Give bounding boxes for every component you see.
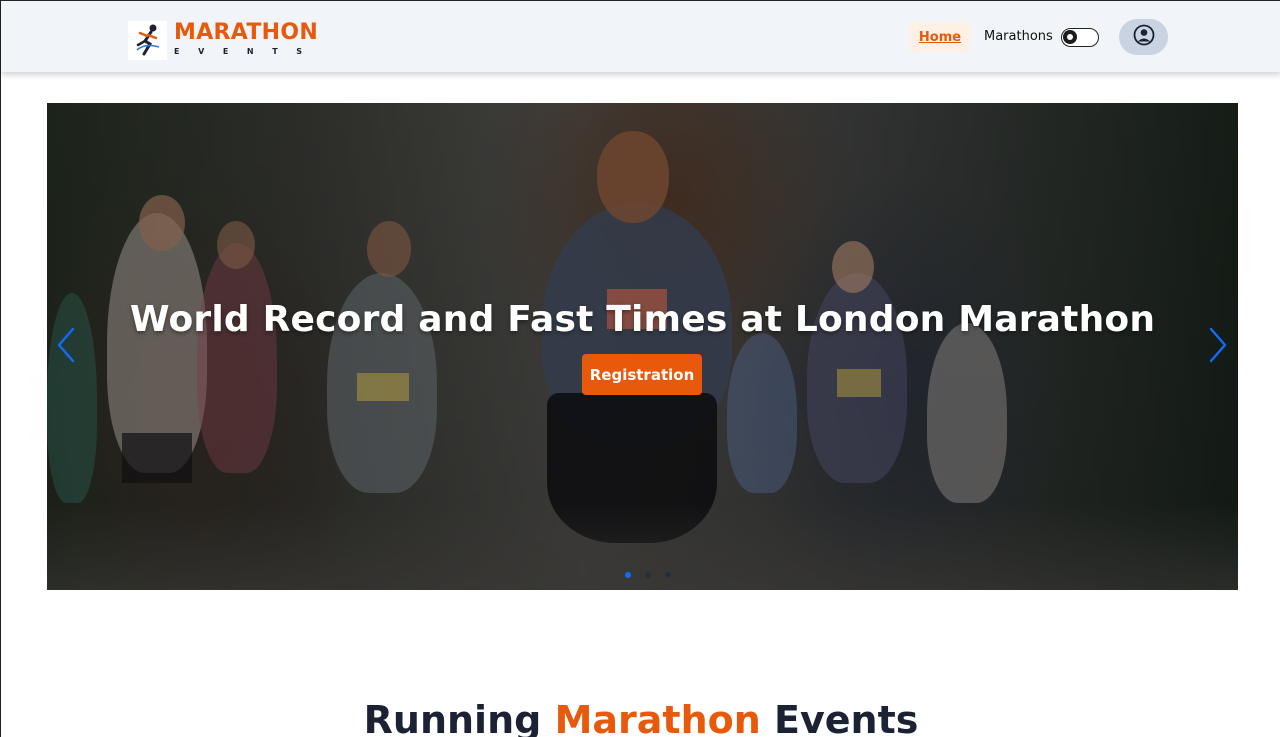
user-circle-icon: [1133, 24, 1155, 50]
carousel-indicators: [625, 572, 671, 578]
carousel-indicator[interactable]: [665, 572, 671, 578]
carousel-prev-button[interactable]: [51, 327, 81, 367]
brand-title: MARATHON: [174, 20, 319, 45]
carousel-next-button[interactable]: [1203, 327, 1233, 367]
brand-subtitle: EVENTS: [174, 47, 321, 56]
section-title-part1: Running: [363, 698, 555, 737]
nav-link-marathons[interactable]: Marathons: [984, 29, 1053, 44]
carousel-indicator[interactable]: [625, 572, 631, 578]
profile-button[interactable]: [1119, 19, 1168, 55]
nav-link-home[interactable]: Home: [909, 22, 971, 52]
section-title-accent: Marathon: [554, 698, 761, 737]
section-title: Running Marathon Events: [1, 696, 1280, 737]
chevron-left-icon: [55, 326, 77, 368]
toggle-switch-icon: [1063, 30, 1077, 44]
brand-logo-link[interactable]: MARATHON EVENTS: [128, 20, 321, 60]
navbar: MARATHON EVENTS Home Marathons: [1, 0, 1280, 72]
carousel-indicator[interactable]: [645, 572, 651, 578]
hero-title: World Record and Fast Times at London Ma…: [129, 299, 1156, 340]
hero-carousel: World Record and Fast Times at London Ma…: [47, 103, 1238, 590]
theme-toggle[interactable]: [1061, 28, 1099, 47]
registration-button[interactable]: Registration: [582, 354, 702, 395]
chevron-right-icon: [1207, 326, 1229, 368]
section-title-part2: Events: [760, 698, 919, 737]
runner-logo-icon: [128, 20, 167, 60]
